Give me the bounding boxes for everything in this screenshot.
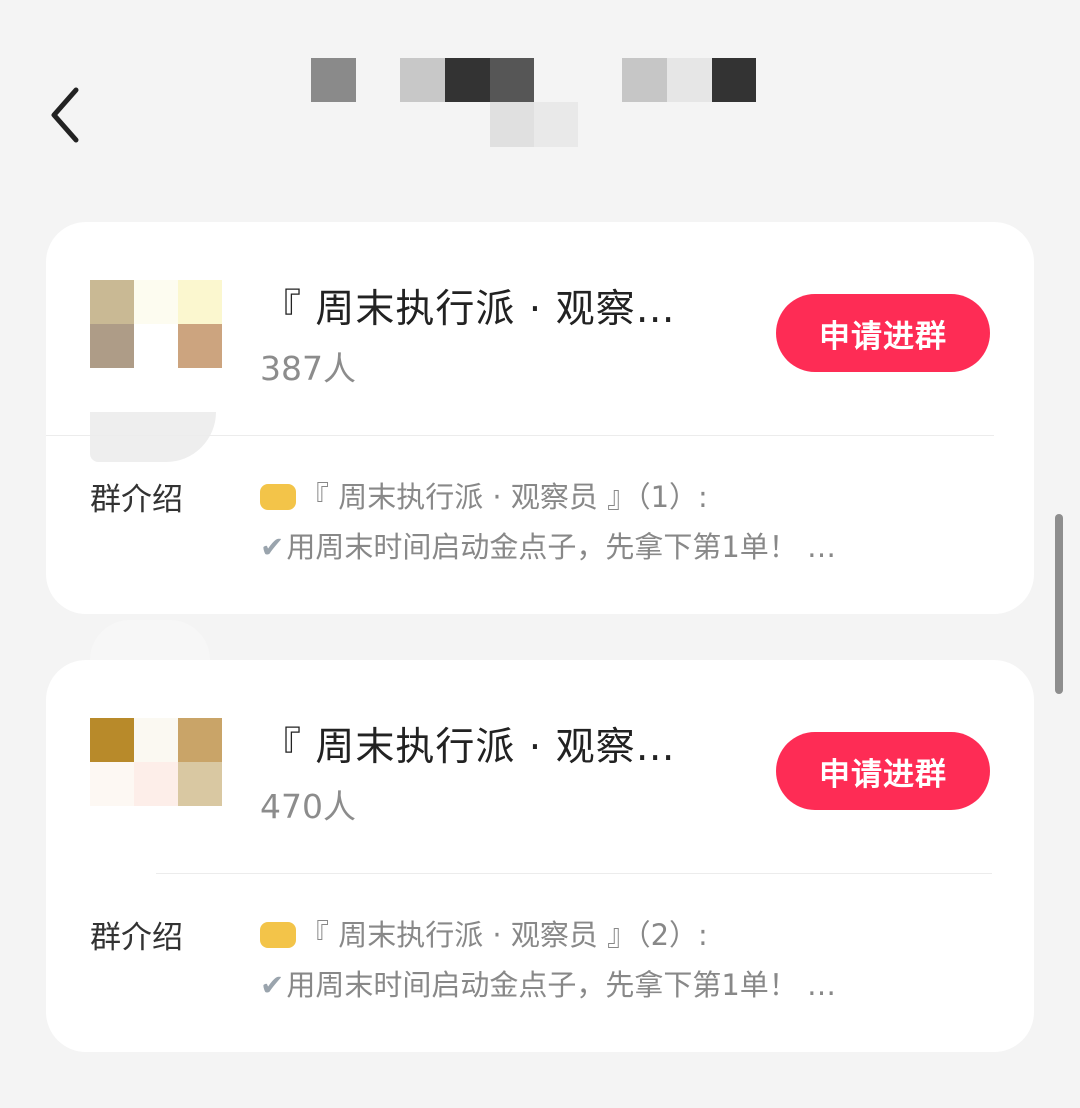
blurred-decoration xyxy=(90,620,210,660)
intro-text: 『 周末执行派 · 观察员 』（2）: xyxy=(300,918,708,952)
divider xyxy=(156,873,992,874)
blurred-decoration xyxy=(90,412,216,462)
intro-line: ✔用周末时间启动金点子，先拿下第1单！ … xyxy=(260,524,836,566)
divider xyxy=(46,435,994,436)
intro-label: 群介绍 xyxy=(90,482,183,518)
chevron-left-icon xyxy=(51,87,79,143)
intro-line: 『 周末执行派 · 观察员 』（1）: xyxy=(260,474,708,516)
intro-text: 用周末时间启动金点子，先拿下第1单！ … xyxy=(286,968,836,1002)
intro-text: 用周末时间启动金点子，先拿下第1单！ … xyxy=(286,530,836,564)
group-name: 『 周末执行派 · 观察… xyxy=(262,287,676,332)
fist-emoji-icon xyxy=(260,922,296,948)
header xyxy=(0,0,1080,200)
fist-emoji-icon xyxy=(260,484,296,510)
group-name: 『 周末执行派 · 观察… xyxy=(262,725,676,770)
member-count: 470人 xyxy=(260,787,356,826)
check-mark-icon: ✔ xyxy=(260,530,285,564)
scrollbar[interactable] xyxy=(1055,514,1063,694)
group-card[interactable]: 『 周末执行派 · 观察… 470人 申请进群 群介绍 『 周末执行派 · 观察… xyxy=(46,660,1034,1052)
intro-label: 群介绍 xyxy=(90,920,183,956)
check-mark-icon: ✔ xyxy=(260,968,285,1002)
member-count: 387人 xyxy=(260,349,356,388)
intro-line: 『 周末执行派 · 观察员 』（2）: xyxy=(260,912,708,954)
intro-line: ✔用周末时间启动金点子，先拿下第1单！ … xyxy=(260,962,836,1004)
group-avatar xyxy=(90,718,222,810)
intro-text: 『 周末执行派 · 观察员 』（1）: xyxy=(300,480,708,514)
group-card[interactable]: 『 周末执行派 · 观察… 387人 申请进群 群介绍 『 周末执行派 · 观察… xyxy=(46,222,1034,614)
join-group-button[interactable]: 申请进群 xyxy=(776,732,990,810)
back-button[interactable] xyxy=(40,80,100,150)
join-group-button[interactable]: 申请进群 xyxy=(776,294,990,372)
group-avatar xyxy=(90,280,222,372)
